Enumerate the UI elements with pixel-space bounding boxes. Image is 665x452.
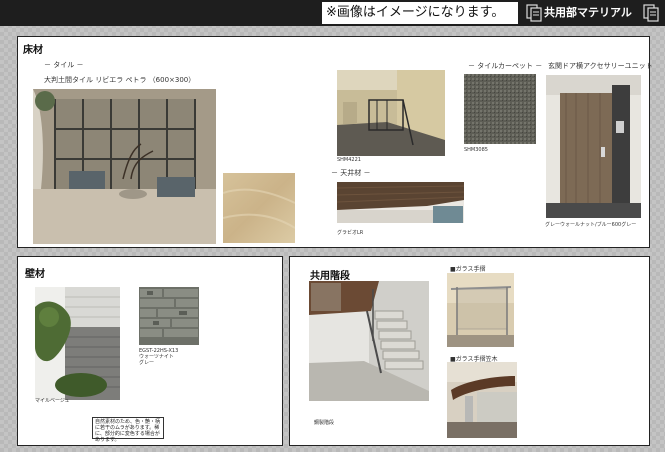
tile-label: － タイル － [44, 61, 84, 69]
stone-tile-swatch [139, 287, 199, 345]
glass-rail-photo [447, 273, 514, 347]
carpet-caption: SHM3085 [464, 147, 488, 153]
document-icon [526, 4, 542, 22]
corridor-caption: SHM4221 [337, 157, 361, 163]
natural-material-note: 自然素材のため、色・艶・柄に若干のムラがあります。稀に、部分的に変色する場合があ… [92, 417, 164, 443]
ceiling-label: － 天井材 － [331, 169, 371, 177]
floor-title: 床材 [23, 45, 43, 56]
tile-carpet-swatch [464, 74, 536, 144]
entrance-unit-label: 玄関ドア横アクセサリーユニット [548, 62, 653, 70]
document-stack-icon [643, 4, 659, 22]
image-notice: ※画像はイメージになります。 [322, 2, 518, 24]
exterior-wall-photo [35, 287, 120, 400]
glass-rail-label: ■ガラス手摺 [450, 266, 486, 273]
stair-caption: 鋼製階段 [314, 420, 335, 426]
entrance-caption: グレーウォールナット/ブルー600グレー [545, 222, 637, 228]
document-title: 共用部マテリアル [544, 6, 632, 19]
wall-title: 壁材 [25, 269, 45, 280]
tile-carpet-label: － タイルカーペット － [468, 62, 543, 70]
lobby-interior-photo [33, 89, 216, 244]
corridor-photo [337, 70, 445, 156]
stone-caption-color: グレー [139, 360, 155, 366]
floor-material-panel: 床材 － タイル － 大判土間タイル リビエラ ペトラ （600×300） SH… [17, 36, 653, 248]
ceiling-material-photo [337, 182, 464, 223]
glass-handrail-photo [447, 362, 517, 438]
entrance-door-photo [546, 75, 641, 218]
wall-photo-caption: マイルベージュ [35, 398, 70, 404]
ceiling-caption: グラビオLR [337, 230, 364, 236]
wall-material-panel: 壁材 マイルベージュ EGST-22HS-X13 ウォーツナイト グレー 自然素… [17, 256, 283, 446]
tile-product-name: 大判土間タイル リビエラ ペトラ （600×300） [44, 76, 196, 84]
floor-tile-swatch [223, 173, 295, 243]
top-bar: ※画像はイメージになります。 共用部マテリアル [0, 0, 665, 26]
stairs-title: 共用階段 [310, 271, 350, 282]
common-stairs-panel: 共用階段 鋼製階段 ■ガラス手摺 ■ガラス手摺笠木 [289, 256, 650, 446]
stairwell-photo [309, 281, 429, 401]
